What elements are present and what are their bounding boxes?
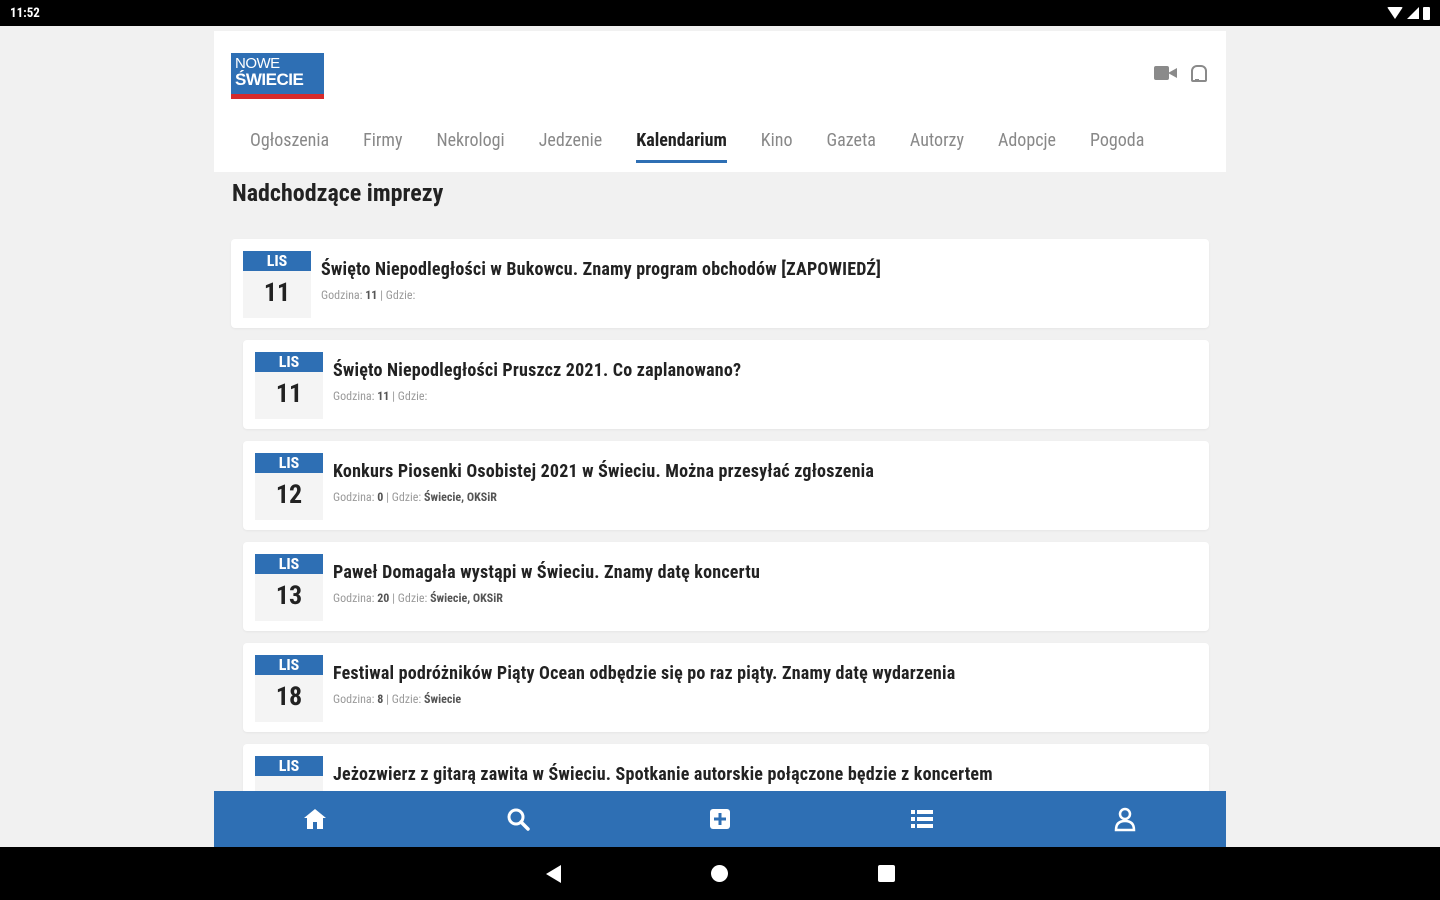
meta-hour: 11 xyxy=(365,288,378,302)
event-title[interactable]: Święto Niepodległości w Bukowcu. Znamy p… xyxy=(321,259,881,280)
date-badge: LIS 12 xyxy=(255,453,323,520)
date-month: LIS xyxy=(255,453,323,473)
date-month: LIS xyxy=(243,251,311,271)
meta-hour-label: Godzina: xyxy=(333,490,375,504)
search-icon[interactable] xyxy=(498,799,538,839)
header-icons xyxy=(1154,63,1207,83)
user-icon[interactable] xyxy=(1105,799,1145,839)
nav-item-kino[interactable]: Kino xyxy=(744,127,810,167)
date-badge: LIS 11 xyxy=(255,352,323,419)
date-month: LIS xyxy=(255,655,323,675)
event-meta: Godzina: 11 | Gdzie: xyxy=(333,389,427,403)
status-icons xyxy=(1387,6,1430,20)
date-month: LIS xyxy=(255,352,323,372)
event-meta: Godzina: 11 | Gdzie: xyxy=(321,288,415,302)
meta-place-label: | Gdzie: xyxy=(392,591,428,605)
meta-place-label: | Gdzie: xyxy=(386,692,422,706)
home-icon[interactable] xyxy=(295,799,335,839)
bell-icon[interactable] xyxy=(1188,63,1207,83)
date-day: 11 xyxy=(263,278,291,308)
android-nav-bar xyxy=(0,847,1440,900)
event-title[interactable]: Konkurs Piosenki Osobistej 2021 w Świeci… xyxy=(333,461,874,482)
meta-place-label: | Gdzie: xyxy=(380,288,416,302)
date-day: 11 xyxy=(275,379,303,409)
category-nav: Ogłoszenia Firmy Nekrologi Jedzenie Kale… xyxy=(214,127,1226,167)
date-badge: LIS 13 xyxy=(255,554,323,621)
nav-item-nekrologi[interactable]: Nekrologi xyxy=(419,127,521,167)
date-day: 12 xyxy=(275,480,303,510)
nav-item-gazeta[interactable]: Gazeta xyxy=(810,127,893,167)
event-card[interactable]: LIS 11 Święto Niepodległości w Bukowcu. … xyxy=(231,239,1209,328)
event-meta: Godzina: 0 | Gdzie: Świecie, OKSiR xyxy=(333,490,497,504)
nav-item-pogoda[interactable]: Pogoda xyxy=(1073,127,1161,167)
event-card[interactable]: LIS 11 Święto Niepodległości Pruszcz 202… xyxy=(243,340,1209,429)
event-card[interactable]: LIS 12 Konkurs Piosenki Osobistej 2021 w… xyxy=(243,441,1209,530)
event-meta: Godzina: 20 | Gdzie: Świecie, OKSiR xyxy=(333,591,503,605)
status-bar: 11:52 xyxy=(0,0,1440,26)
meta-place-label: | Gdzie: xyxy=(386,490,422,504)
wifi-icon xyxy=(1387,7,1403,19)
meta-place-label: | Gdzie: xyxy=(392,389,428,403)
meta-hour-label: Godzina: xyxy=(333,692,375,706)
date-month: LIS xyxy=(255,554,323,574)
event-meta: Godzina: 8 | Gdzie: Świecie xyxy=(333,692,461,706)
battery-icon xyxy=(1423,6,1430,20)
meta-place: Świecie, OKSiR xyxy=(424,490,497,504)
date-badge: LIS 18 xyxy=(255,655,323,722)
nav-item-autorzy[interactable]: Autorzy xyxy=(893,127,981,167)
meta-hour: 8 xyxy=(377,692,384,706)
video-icon[interactable] xyxy=(1154,65,1178,81)
date-day: 18 xyxy=(275,682,303,712)
page-title: Nadchodzące imprezy xyxy=(232,179,444,207)
date-badge: LIS 11 xyxy=(243,251,311,318)
logo[interactable]: NOWE ŚWIECIE xyxy=(231,53,324,99)
nav-item-ogloszenia[interactable]: Ogłoszenia xyxy=(214,127,346,167)
meta-hour-label: Godzina: xyxy=(333,389,375,403)
list-icon[interactable] xyxy=(902,799,942,839)
meta-hour: 0 xyxy=(377,490,384,504)
nav-item-jedzenie[interactable]: Jedzenie xyxy=(522,127,620,167)
logo-line-2: ŚWIECIE xyxy=(235,70,304,89)
meta-hour-label: Godzina: xyxy=(321,288,363,302)
date-day: 13 xyxy=(275,581,303,611)
event-title[interactable]: Święto Niepodległości Pruszcz 2021. Co z… xyxy=(333,360,741,381)
add-box-icon[interactable] xyxy=(700,799,740,839)
header: NOWE ŚWIECIE Ogłoszenia Firmy Nekrologi … xyxy=(214,31,1226,172)
meta-hour: 20 xyxy=(377,591,390,605)
event-card[interactable]: LIS 13 Paweł Domagała wystąpi w Świeciu.… xyxy=(243,542,1209,631)
status-time: 11:52 xyxy=(10,5,40,21)
meta-place: Świecie, OKSiR xyxy=(430,591,503,605)
recents-icon[interactable] xyxy=(877,865,895,882)
nav-item-adopcje[interactable]: Adopcje xyxy=(981,127,1073,167)
event-title[interactable]: Paweł Domagała wystąpi w Świeciu. Znamy … xyxy=(333,562,760,583)
nav-item-kalendarium[interactable]: Kalendarium xyxy=(619,127,744,167)
bottom-nav xyxy=(214,791,1226,847)
nav-item-firmy[interactable]: Firmy xyxy=(346,127,419,167)
date-month: LIS xyxy=(255,756,323,776)
meta-hour: 11 xyxy=(377,389,390,403)
home-circle-icon[interactable] xyxy=(710,865,728,882)
event-title[interactable]: Festiwal podróżników Piąty Ocean odbędzi… xyxy=(333,663,955,684)
meta-hour-label: Godzina: xyxy=(333,591,375,605)
app-window: NOWE ŚWIECIE Ogłoszenia Firmy Nekrologi … xyxy=(214,31,1226,847)
meta-place: Świecie xyxy=(424,692,462,706)
signal-icon xyxy=(1407,7,1419,19)
back-icon[interactable] xyxy=(545,864,561,883)
event-card[interactable]: LIS 18 Festiwal podróżników Piąty Ocean … xyxy=(243,643,1209,732)
event-title[interactable]: Jeżozwierz z gitarą zawita w Świeciu. Sp… xyxy=(333,764,993,785)
